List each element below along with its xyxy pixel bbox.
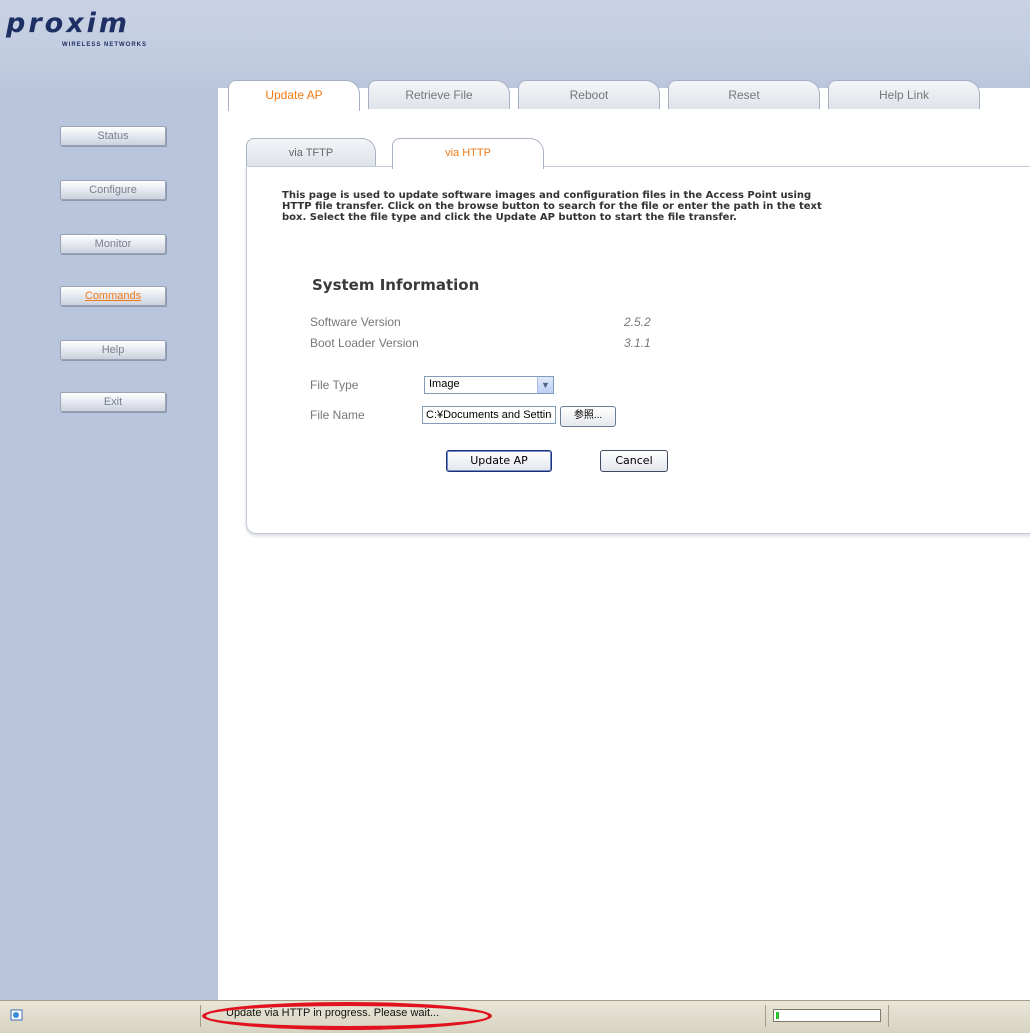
update-ap-button[interactable]: Update AP: [446, 450, 552, 472]
subtab-label: via HTTP: [445, 147, 491, 159]
status-divider: [888, 1005, 889, 1027]
sidebar-item-status[interactable]: Status: [60, 126, 166, 146]
tab-help-link[interactable]: Help Link: [828, 80, 980, 109]
tab-reset[interactable]: Reset: [668, 80, 820, 109]
content-area: via TFTP via HTTP This page is used to u…: [218, 110, 1030, 1000]
tab-reboot[interactable]: Reboot: [518, 80, 660, 109]
subtab-via-http[interactable]: via HTTP: [392, 138, 544, 169]
progress-fill: [776, 1012, 779, 1019]
tab-label: Reboot: [569, 88, 609, 102]
chevron-down-icon[interactable]: ▼: [537, 377, 553, 393]
sidebar-item-monitor[interactable]: Monitor: [60, 234, 166, 254]
file-type-label: File Type: [310, 378, 359, 392]
tab-label: Reset: [728, 88, 760, 102]
software-version-value: 2.5.2: [624, 315, 651, 329]
status-divider: [200, 1005, 201, 1027]
section-title: System Information: [312, 276, 480, 294]
file-type-select[interactable]: Image ▼: [424, 376, 554, 394]
boot-loader-version-label: Boot Loader Version: [310, 336, 419, 350]
tab-label: Update AP: [265, 88, 323, 102]
browser-status-bar: Update via HTTP in progress. Please wait…: [0, 1000, 1030, 1033]
sidebar: Status Configure Monitor Commands Help E…: [0, 88, 218, 1000]
page-description: This page is used to update software ima…: [282, 190, 822, 223]
sidebar-item-commands[interactable]: Commands: [60, 286, 166, 306]
tab-retrieve-file[interactable]: Retrieve File: [368, 80, 510, 109]
highlight-oval: [202, 1002, 492, 1030]
tab-label: Help Link: [878, 88, 930, 102]
page-icon: [10, 1009, 23, 1021]
subtab-label: via TFTP: [288, 147, 334, 159]
sidebar-item-configure[interactable]: Configure: [60, 180, 166, 200]
software-version-label: Software Version: [310, 315, 401, 329]
file-name-input[interactable]: [422, 406, 556, 424]
cancel-button[interactable]: Cancel: [600, 450, 668, 472]
header-banner: proxim WIRELESS NETWORKS: [0, 0, 1030, 88]
brand-tagline: WIRELESS NETWORKS: [62, 42, 148, 48]
file-type-value: Image: [429, 378, 460, 390]
proxim-logo: proxim WIRELESS NETWORKS: [6, 8, 206, 48]
tab-update-ap[interactable]: Update AP: [228, 80, 360, 111]
browse-button[interactable]: 参照...: [560, 406, 616, 427]
main-tabs: Update AP Retrieve File Reboot Reset Hel…: [218, 80, 1030, 111]
subtab-via-tftp[interactable]: via TFTP: [246, 138, 376, 167]
status-divider: [765, 1005, 766, 1027]
sidebar-item-help[interactable]: Help: [60, 340, 166, 360]
sidebar-item-exit[interactable]: Exit: [60, 392, 166, 412]
tab-label: Retrieve File: [405, 88, 473, 102]
brand-name: proxim: [6, 8, 130, 39]
boot-loader-version-value: 3.1.1: [624, 336, 651, 350]
progress-bar: [773, 1009, 881, 1022]
file-name-label: File Name: [310, 408, 365, 422]
